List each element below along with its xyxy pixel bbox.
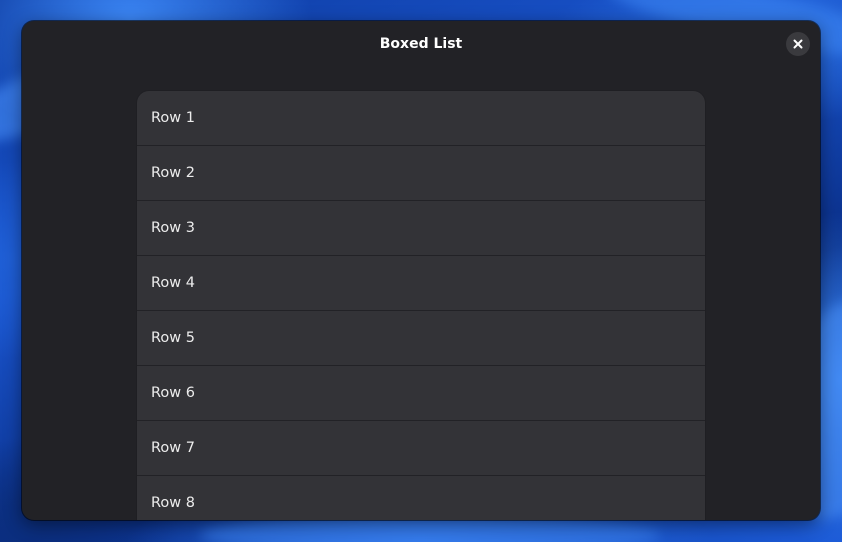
close-button[interactable] (786, 32, 810, 56)
row-label: Row 3 (151, 220, 195, 236)
row-label: Row 8 (151, 495, 195, 511)
row-label: Row 7 (151, 440, 195, 456)
close-icon (793, 39, 803, 49)
list-row[interactable]: Row 2 (137, 146, 705, 201)
row-label: Row 4 (151, 275, 195, 291)
window-title: Boxed List (379, 36, 463, 52)
list-row[interactable]: Row 3 (137, 201, 705, 256)
list-row[interactable]: Row 1 (137, 91, 705, 146)
list-row[interactable]: Row 5 (137, 311, 705, 366)
row-label: Row 2 (151, 165, 195, 181)
list-row[interactable]: Row 7 (137, 421, 705, 476)
window-content: Row 1 Row 2 Row 3 Row 4 Row 5 Row 6 Row … (22, 67, 820, 520)
boxed-list-window: Boxed List Row 1 Row 2 Row 3 Row 4 Row 5… (22, 21, 820, 520)
boxed-list: Row 1 Row 2 Row 3 Row 4 Row 5 Row 6 Row … (137, 91, 705, 520)
row-label: Row 6 (151, 385, 195, 401)
list-row[interactable]: Row 8 (137, 476, 705, 520)
desktop-wallpaper: Boxed List Row 1 Row 2 Row 3 Row 4 Row 5… (0, 0, 842, 542)
header-bar: Boxed List (22, 21, 820, 67)
list-row[interactable]: Row 4 (137, 256, 705, 311)
list-row[interactable]: Row 6 (137, 366, 705, 421)
row-label: Row 5 (151, 330, 195, 346)
row-label: Row 1 (151, 110, 195, 126)
